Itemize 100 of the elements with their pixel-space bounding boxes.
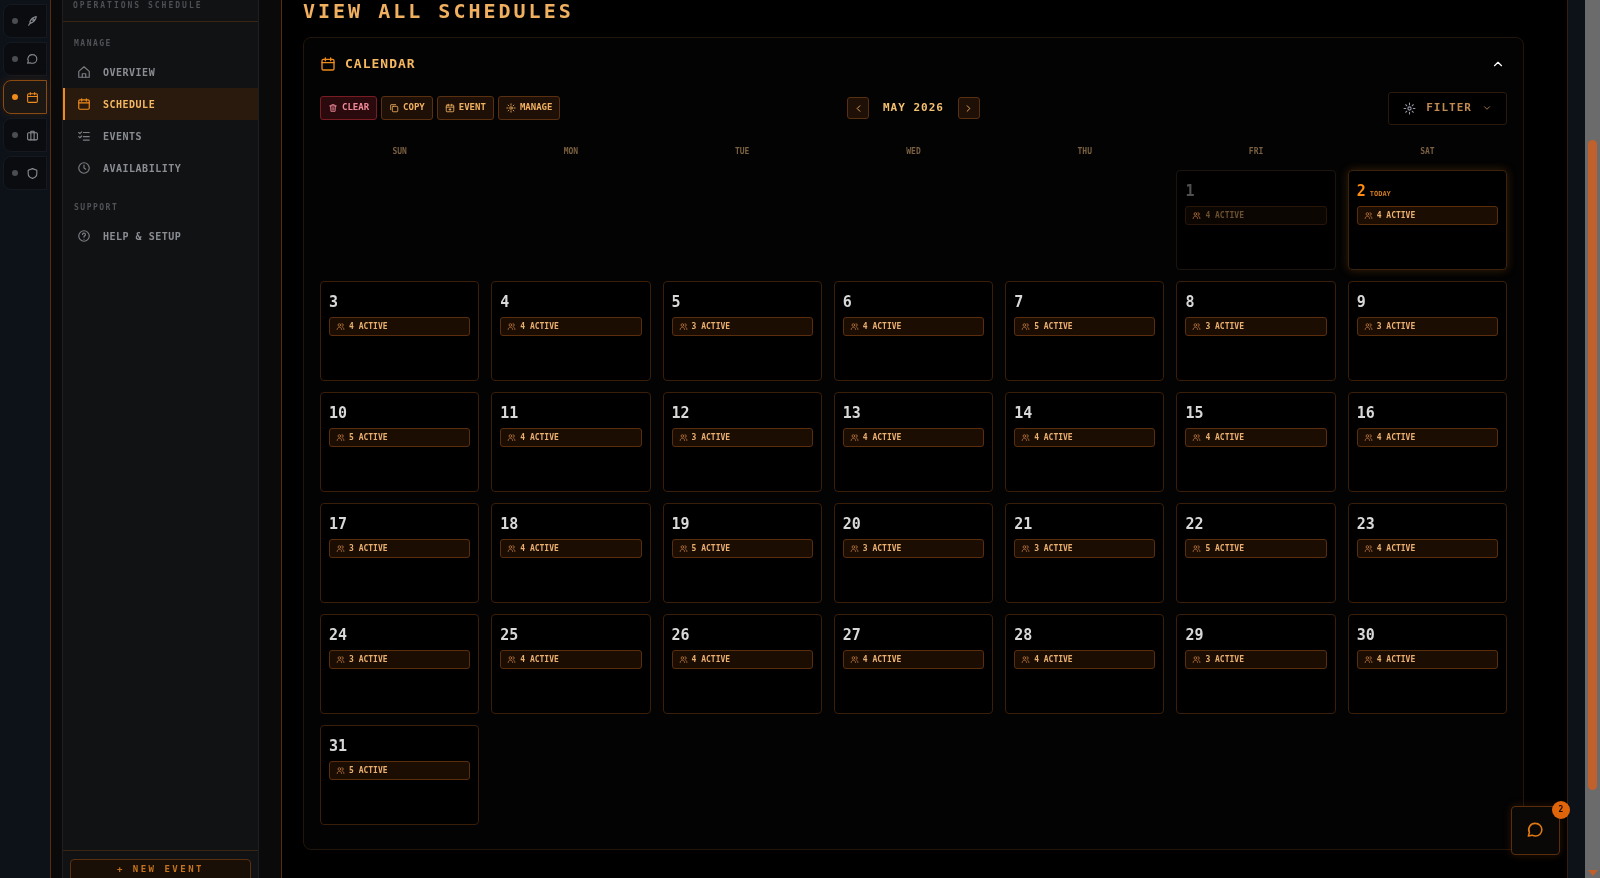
people-icon (678, 655, 688, 664)
active-count-badge: 5 ACTIVE (1014, 317, 1156, 336)
sidebar-title: OPERATIONS SCHEDULE (73, 1, 204, 11)
people-icon (1363, 211, 1373, 220)
active-count-badge: 3 ACTIVE (671, 317, 813, 336)
active-count-badge: 5 ACTIVE (329, 428, 471, 447)
chat-button[interactable] (1511, 806, 1560, 855)
day-cell[interactable]: 8 3 ACTIVE (1176, 281, 1336, 381)
day-cell[interactable]: 24 3 ACTIVE (320, 614, 480, 714)
day-number: 8 (1185, 292, 1195, 313)
active-count-badge: 4 ACTIVE (1014, 428, 1156, 447)
day-cell[interactable]: 29 3 ACTIVE (1176, 614, 1336, 714)
day-cell[interactable]: 12 3 ACTIVE (662, 392, 822, 492)
day-cell[interactable]: 23 4 ACTIVE (1347, 503, 1507, 603)
new-event-button[interactable]: + NEW EVENT (70, 859, 251, 878)
active-count-badge: 4 ACTIVE (1185, 206, 1327, 225)
shield-icon (26, 166, 39, 180)
day-number: 4 (500, 292, 510, 313)
day-cell[interactable]: 28 4 ACTIVE (1005, 614, 1165, 714)
day-cell[interactable]: 9 3 ACTIVE (1347, 281, 1507, 381)
day-cell[interactable]: 30 4 ACTIVE (1347, 614, 1507, 714)
nav-item[interactable]: SCHEDULE (63, 88, 258, 120)
calendar-icon (77, 97, 91, 111)
people-icon (1363, 322, 1373, 331)
active-count-badge: 4 ACTIVE (1185, 428, 1327, 447)
day-number: 23 (1356, 514, 1375, 535)
day-cell[interactable]: 25 4 ACTIVE (491, 614, 651, 714)
scroll-down-icon[interactable] (1588, 870, 1598, 876)
day-cell[interactable]: 19 5 ACTIVE (662, 503, 822, 603)
day-cell[interactable]: 15 4 ACTIVE (1176, 392, 1336, 492)
day-number: 25 (500, 625, 519, 646)
day-number: 7 (1014, 292, 1024, 313)
rail-button[interactable] (3, 118, 47, 152)
people-icon (1021, 322, 1031, 331)
day-cell[interactable]: 27 4 ACTIVE (833, 614, 994, 714)
chat-bubble-icon (26, 52, 39, 66)
previous-month-button[interactable] (847, 97, 869, 119)
people-icon (507, 655, 517, 664)
active-count-badge: 4 ACTIVE (842, 317, 985, 336)
day-number: 11 (500, 403, 519, 424)
day-cell[interactable]: 6 4 ACTIVE (833, 281, 994, 381)
people-icon (1192, 433, 1202, 442)
nav-item[interactable]: OVERVIEW (63, 56, 258, 88)
scrollbar-thumb[interactable] (1588, 140, 1597, 790)
toolbar-button[interactable]: CLEAR (320, 96, 378, 120)
day-number: 22 (1185, 514, 1204, 535)
day-number: 26 (671, 625, 690, 646)
day-cell[interactable]: 20 3 ACTIVE (833, 503, 994, 603)
day-cell[interactable]: 14 4 ACTIVE (1005, 392, 1165, 492)
day-cell[interactable]: 13 4 ACTIVE (833, 392, 994, 492)
calendar-icon (320, 56, 336, 72)
day-cell[interactable]: 17 3 ACTIVE (320, 503, 480, 603)
nav-item[interactable]: HELP & SETUP (63, 220, 258, 252)
rail-button[interactable] (3, 80, 47, 114)
active-count-badge: 4 ACTIVE (1356, 428, 1498, 447)
people-icon (1021, 655, 1031, 664)
day-number: 14 (1014, 403, 1033, 424)
active-count-badge: 3 ACTIVE (329, 539, 471, 558)
active-count-badge: 4 ACTIVE (500, 317, 642, 336)
filter-button[interactable]: FILTER (1388, 91, 1507, 125)
active-count-badge: 5 ACTIVE (1185, 539, 1327, 558)
active-count-badge: 5 ACTIVE (671, 539, 813, 558)
day-cell[interactable]: 4 4 ACTIVE (491, 281, 651, 381)
active-count-badge: 3 ACTIVE (1014, 539, 1156, 558)
day-number: 10 (329, 403, 348, 424)
day-number: 24 (329, 625, 348, 646)
people-icon (507, 322, 517, 331)
day-cell[interactable]: 7 5 ACTIVE (1005, 281, 1165, 381)
day-number: 15 (1185, 403, 1204, 424)
people-icon (1021, 544, 1031, 553)
day-cell[interactable]: 26 4 ACTIVE (662, 614, 822, 714)
weekday-label: WED (906, 147, 921, 156)
people-icon (336, 433, 345, 442)
active-count-badge: 4 ACTIVE (500, 428, 642, 447)
people-icon (849, 655, 859, 664)
toolbar-button[interactable]: COPY (381, 96, 433, 120)
help-icon (77, 229, 91, 243)
people-icon (1363, 544, 1373, 553)
day-number: 31 (329, 736, 348, 757)
toolbar-button[interactable]: MANAGE (497, 96, 561, 120)
active-count-badge: 4 ACTIVE (671, 650, 813, 669)
nav-item[interactable]: AVAILABILITY (63, 152, 258, 184)
day-cell[interactable]: 16 4 ACTIVE (1347, 392, 1507, 492)
day-number: 12 (671, 403, 690, 424)
toolbar-button[interactable]: EVENT (436, 96, 494, 120)
people-icon (849, 544, 859, 553)
people-icon (336, 322, 345, 331)
day-cell[interactable]: 22 5 ACTIVE (1176, 503, 1336, 603)
day-cell[interactable]: 3 4 ACTIVE (320, 281, 480, 381)
nav-item[interactable]: EVENTS (63, 120, 258, 152)
people-icon (678, 433, 688, 442)
next-month-button[interactable] (958, 97, 980, 119)
day-cell[interactable]: 21 3 ACTIVE (1005, 503, 1165, 603)
day-number: 6 (842, 292, 852, 313)
day-cell[interactable]: 18 4 ACTIVE (491, 503, 651, 603)
day-cell[interactable]: 10 5 ACTIVE (320, 392, 480, 492)
chevron-down-icon (1482, 103, 1492, 113)
day-cell[interactable]: 11 4 ACTIVE (491, 392, 651, 492)
day-cell[interactable]: 31 5 ACTIVE (320, 725, 480, 825)
day-cell[interactable]: 5 3 ACTIVE (662, 281, 822, 381)
